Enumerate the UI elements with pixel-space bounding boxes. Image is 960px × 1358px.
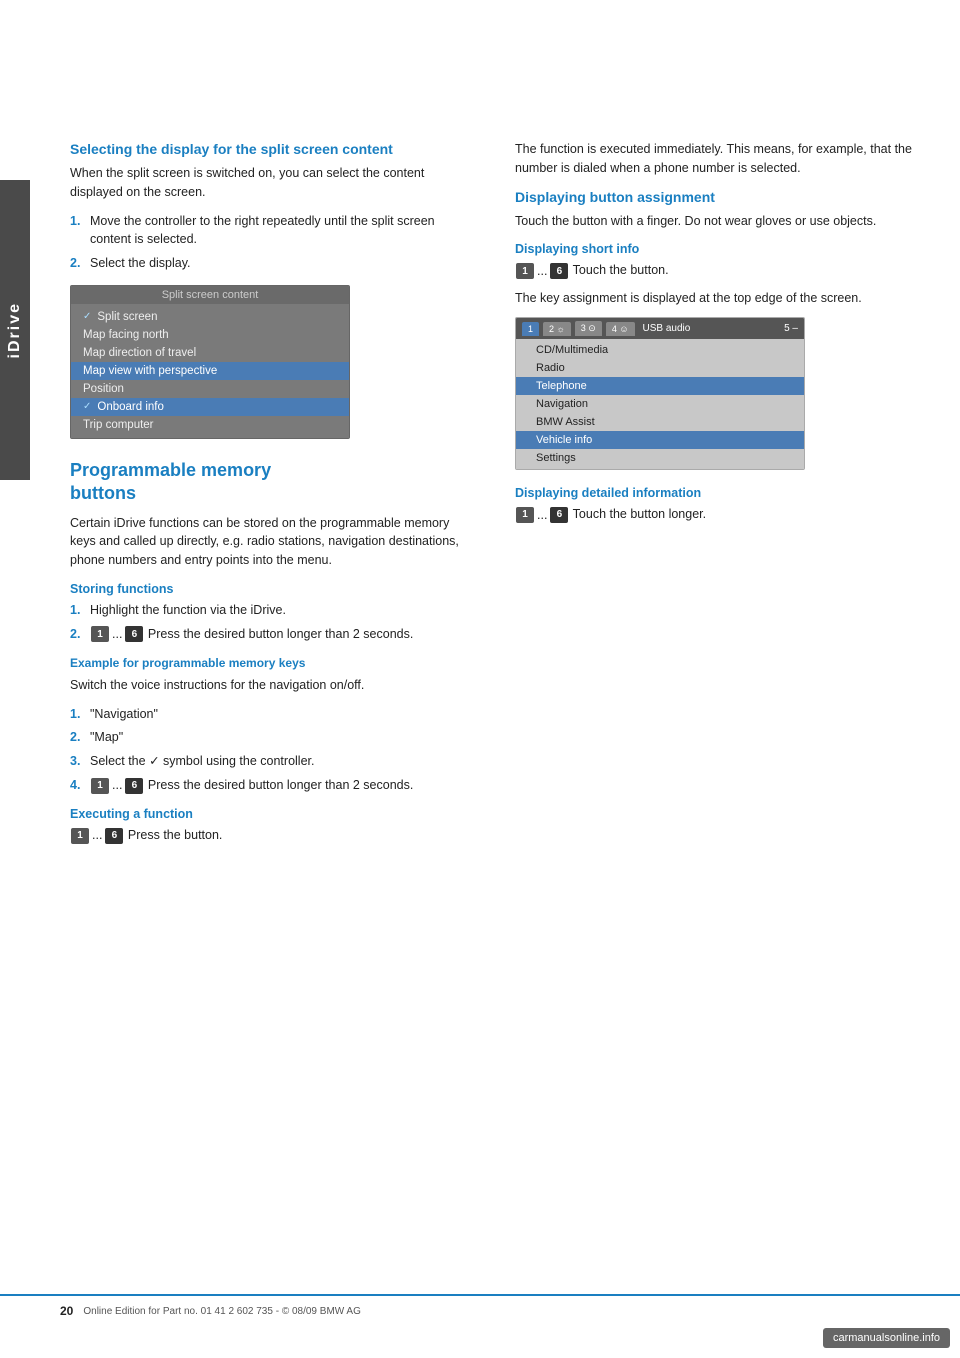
detailed-info-title: Displaying detailed information [515,486,920,500]
key-6d: 6 [550,263,568,279]
footer-text: Online Edition for Part no. 01 41 2 602 … [83,1306,361,1317]
executing-title: Executing a function [70,807,475,821]
key-badge-group-2: 1 ... 6 [90,776,144,795]
usb-page-num: 5 – [784,323,798,334]
section1-body: When the split screen is switched on, yo… [70,164,475,202]
sidebar-label: iDrive [0,180,30,480]
key-6b: 6 [125,778,143,794]
menu-item-3: Map view with perspective [71,362,349,380]
short-info-title: Displaying short info [515,242,920,256]
ex-step-2: 2. "Map" [70,728,475,747]
key-1c: 1 [71,828,89,844]
key-badge-group-4: 1 ... 6 [515,262,569,281]
sidebar-text: iDrive [6,302,24,358]
watermark: carmanualsonline.info [823,1328,950,1348]
usb-item-radio: Radio [516,359,804,377]
key-6e: 6 [550,507,568,523]
usb-item-nav: Navigation [516,395,804,413]
key-badge-group-5: 1 ... 6 [515,506,569,525]
screen-menu: Split screen Map facing north Map direct… [71,304,349,438]
example-body: Switch the voice instructions for the na… [70,676,475,695]
usb-item-telephone: Telephone [516,377,804,395]
content-area: Selecting the display for the split scre… [30,0,960,913]
short-info-instruction: 1 ... 6 Touch the button. [515,261,920,280]
usb-item-cdmm: CD/Multimedia [516,341,804,359]
menu-item-0: Split screen [71,308,349,326]
screen-title-bar: Split screen content [71,286,349,304]
usb-tab-3: 3 ⊙ [575,321,602,336]
example-title: Example for programmable memory keys [70,656,475,670]
menu-item-2: Map direction of travel [71,344,349,362]
section-displaying-button: Displaying button assignment Touch the b… [515,188,920,525]
menu-item-6: Trip computer [71,416,349,434]
page-container: iDrive Selecting the display for the spl… [0,0,960,1358]
usb-menu: CD/Multimedia Radio Telephone Navigation… [516,339,804,469]
key-1b: 1 [91,778,109,794]
step-2: 2. Select the display. [70,254,475,273]
usb-title-text: USB audio [643,323,691,334]
key-1e: 1 [516,507,534,523]
section2-body: Certain iDrive functions can be stored o… [70,514,475,570]
page-footer: 20 Online Edition for Part no. 01 41 2 6… [0,1294,960,1318]
usb-tab-1: 1 [522,322,539,336]
short-info-detail: The key assignment is displayed at the t… [515,289,920,308]
usb-tab-4: 4 ☺ [606,322,635,336]
section-selecting-display: Selecting the display for the split scre… [70,140,475,439]
menu-item-1: Map facing north [71,326,349,344]
menu-item-4: Position [71,380,349,398]
usb-item-settings: Settings [516,449,804,467]
usb-item-vehicle: Vehicle info [516,431,804,449]
key-6: 6 [125,626,143,642]
display-btn-body: Touch the button with a finger. Do not w… [515,212,920,231]
usb-title-bar: 1 2 ☼ 3 ⊙ 4 ☺ USB audio 5 – [516,318,804,339]
section1-title: Selecting the display for the split scre… [70,140,475,158]
example-steps: 1. "Navigation" 2. "Map" 3. Select the ✓… [70,705,475,795]
right-column: The function is executed immediately. Th… [515,140,920,853]
key-badge-group-3: 1 ... 6 [70,826,124,845]
storing-title: Storing functions [70,582,475,596]
detailed-info-instruction: 1 ... 6 Touch the button longer. [515,505,920,524]
key-1d: 1 [516,263,534,279]
key-6c: 6 [105,828,123,844]
split-screen-mockup: Split screen content Split screen Map fa… [70,285,350,439]
page-number: 20 [60,1304,73,1318]
section2-title: Programmable memorybuttons [70,459,475,506]
right-intro: The function is executed immediately. Th… [515,140,920,178]
storing-steps: 1. Highlight the function via the iDrive… [70,601,475,644]
key-1: 1 [91,626,109,642]
usb-tab-2: 2 ☼ [543,322,571,336]
section-programmable: Programmable memorybuttons Certain iDriv… [70,459,475,845]
menu-item-5: Onboard info [71,398,349,416]
executing-body: 1 ... 6 Press the button. [70,826,475,845]
section1-steps: 1. Move the controller to the right repe… [70,212,475,273]
ex-step-3: 3. Select the ✓ symbol using the control… [70,752,475,771]
storing-step-2: 2. 1 ... 6 Press the desired button long… [70,625,475,644]
key-badge-group: 1 ... 6 [90,625,144,644]
storing-step-1: 1. Highlight the function via the iDrive… [70,601,475,620]
display-btn-title: Displaying button assignment [515,188,920,206]
ex-step-1: 1. "Navigation" [70,705,475,724]
step-1: 1. Move the controller to the right repe… [70,212,475,250]
left-column: Selecting the display for the split scre… [70,140,475,853]
usb-item-bmw: BMW Assist [516,413,804,431]
ex-step-4: 4. 1 ... 6 Press the desired button long… [70,776,475,795]
usb-screen-mockup: 1 2 ☼ 3 ⊙ 4 ☺ USB audio 5 – CD/Multimedi… [515,317,805,470]
